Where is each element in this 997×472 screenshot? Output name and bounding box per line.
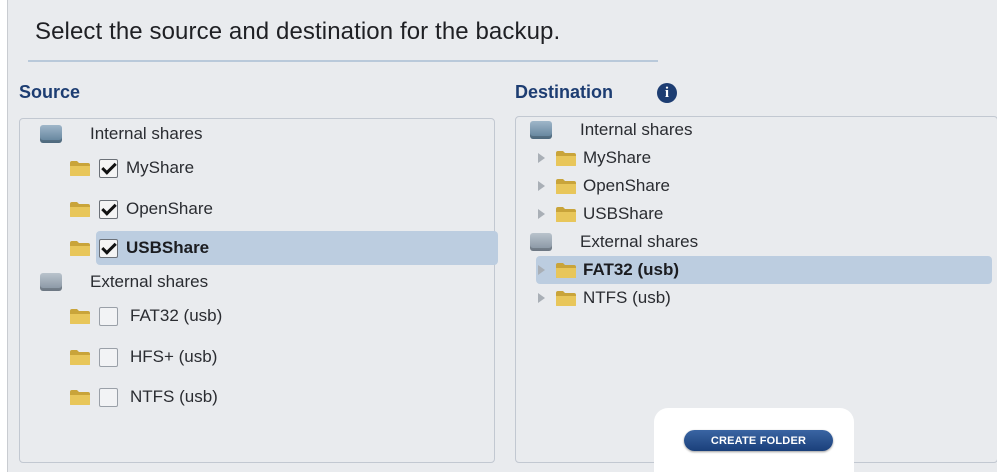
share-label: FAT32 (usb) <box>130 306 223 325</box>
folder-icon <box>555 149 577 167</box>
folder-icon <box>555 205 577 223</box>
checkbox-ntfs[interactable] <box>99 387 118 407</box>
source-internal-shares-node[interactable]: Internal shares <box>40 117 202 151</box>
checkbox-fat32[interactable] <box>99 306 118 326</box>
expand-arrow-icon[interactable] <box>538 265 545 275</box>
expand-arrow-icon[interactable] <box>538 209 545 219</box>
dest-internal-label: Internal shares <box>580 120 693 139</box>
folder-icon <box>555 289 577 307</box>
share-label: USBShare <box>126 238 210 257</box>
share-label: HFS+ (usb) <box>130 347 218 366</box>
folder-icon <box>69 159 91 177</box>
source-share-usbshare[interactable]: USBShare <box>69 231 209 265</box>
source-share-fat32[interactable]: FAT32 (usb) <box>69 299 222 333</box>
source-share-openshare[interactable]: OpenShare <box>69 192 213 226</box>
page-title: Select the source and destination for th… <box>35 18 561 45</box>
source-share-ntfs[interactable]: NTFS (usb) <box>69 380 218 414</box>
folder-icon <box>555 177 577 195</box>
external-drive-icon <box>530 233 552 251</box>
share-label: OpenShare <box>126 199 213 218</box>
source-tree: Internal shares MyShare OpenShare USBSha… <box>19 117 498 463</box>
source-external-shares-node[interactable]: External shares <box>40 265 208 299</box>
folder-icon <box>69 239 91 257</box>
checkbox-openshare[interactable] <box>99 199 118 219</box>
dest-share-ntfs[interactable]: NTFS (usb) <box>538 281 671 315</box>
create-folder-spotlight: CREATE FOLDER <box>654 408 854 472</box>
backup-wizard-screen: Select the source and destination for th… <box>7 0 997 472</box>
destination-title: Destination <box>515 82 614 102</box>
title-divider <box>28 60 658 62</box>
create-folder-button[interactable]: CREATE FOLDER <box>684 430 833 451</box>
folder-icon <box>69 388 91 406</box>
share-label: OpenShare <box>583 176 670 195</box>
source-title: Source <box>19 82 81 102</box>
expand-arrow-icon[interactable] <box>538 153 545 163</box>
expand-arrow-icon[interactable] <box>538 293 545 303</box>
source-share-hfs[interactable]: HFS+ (usb) <box>69 340 217 374</box>
share-label: MyShare <box>126 158 195 177</box>
info-icon[interactable]: i <box>657 83 677 103</box>
folder-icon <box>69 348 91 366</box>
source-internal-label: Internal shares <box>90 124 203 143</box>
folder-icon <box>555 261 577 279</box>
share-label: NTFS (usb) <box>583 288 671 307</box>
source-share-myshare[interactable]: MyShare <box>69 151 194 185</box>
folder-icon <box>69 200 91 218</box>
share-label: USBShare <box>583 204 664 223</box>
drive-icon <box>40 125 62 143</box>
folder-icon <box>69 307 91 325</box>
external-drive-icon <box>40 273 62 291</box>
share-label: NTFS (usb) <box>130 387 218 406</box>
source-external-label: External shares <box>90 272 209 291</box>
share-label: FAT32 (usb) <box>583 260 680 279</box>
checkbox-usbshare[interactable] <box>99 238 118 258</box>
drive-icon <box>530 121 552 139</box>
share-label: MyShare <box>583 148 652 167</box>
expand-arrow-icon[interactable] <box>538 181 545 191</box>
checkbox-hfs[interactable] <box>99 347 118 367</box>
checkbox-myshare[interactable] <box>99 158 118 178</box>
dest-external-label: External shares <box>580 232 699 251</box>
